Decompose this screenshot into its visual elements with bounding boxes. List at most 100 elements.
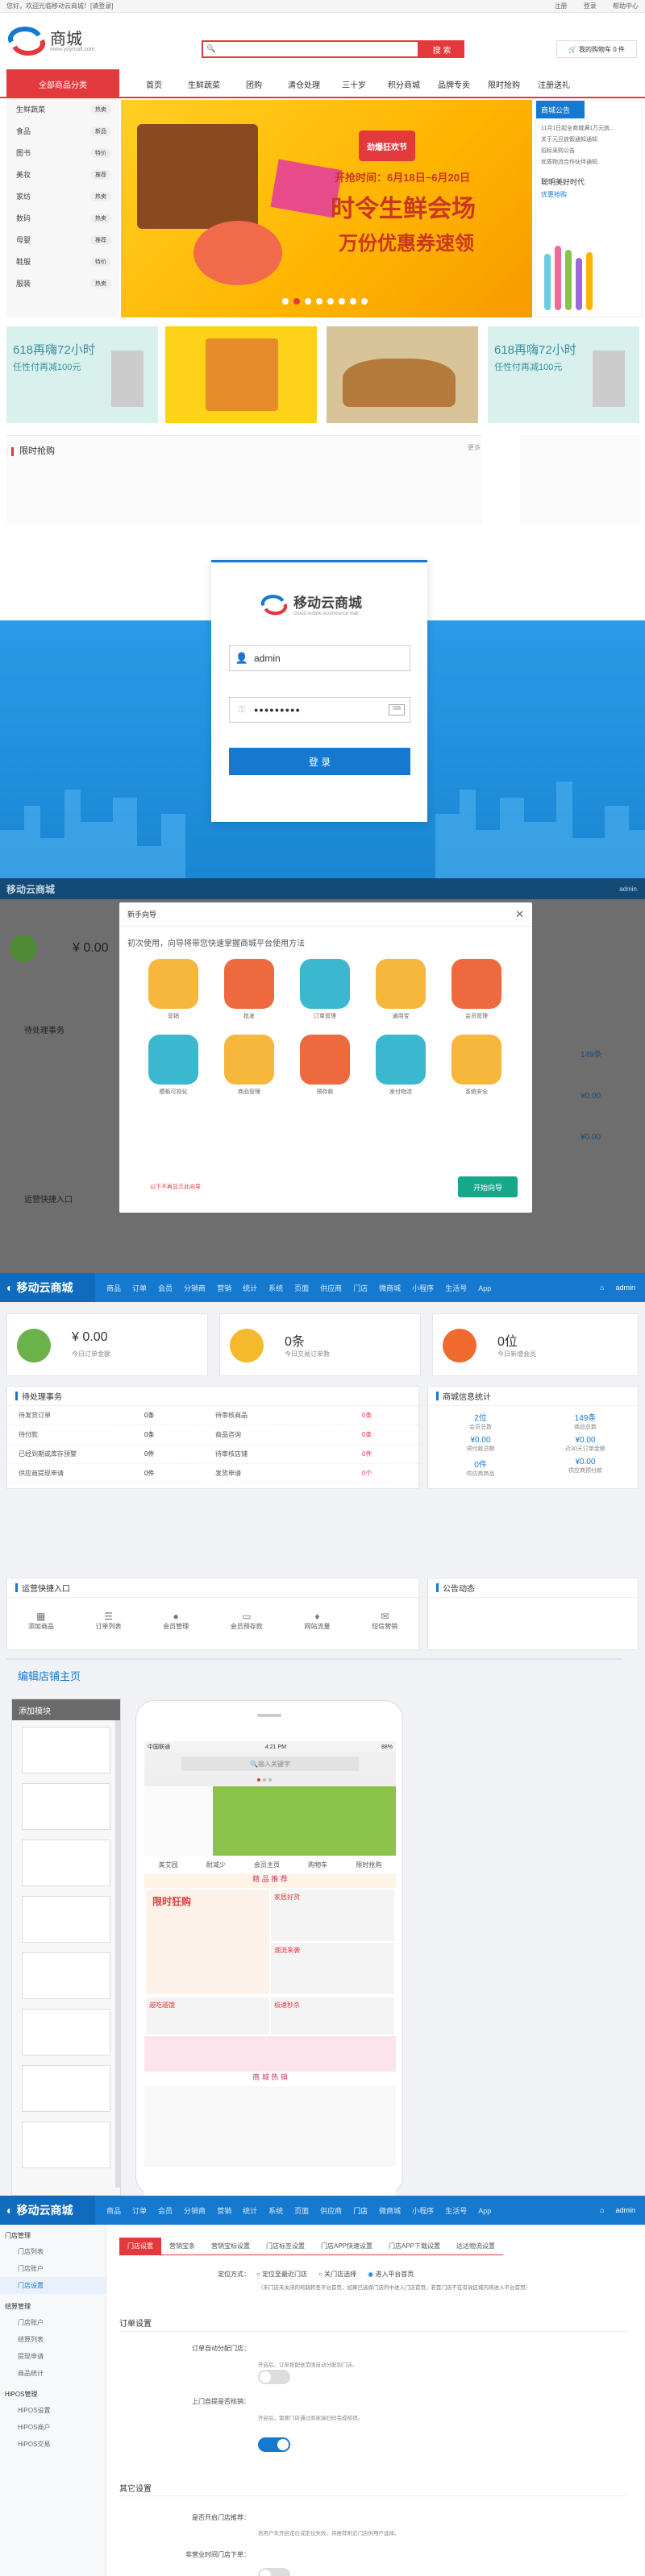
guide-item-members[interactable]: 会员管理 — [439, 959, 514, 1020]
nav-item-thirty[interactable]: 三十岁 — [329, 78, 379, 90]
home-icon[interactable]: ⌂ — [600, 2206, 604, 2214]
menu-item[interactable]: 系统 — [268, 2207, 283, 2215]
menu-item[interactable]: 系统 — [268, 1284, 283, 1292]
module-scrollbar[interactable] — [115, 1720, 120, 2188]
promo-tile-1[interactable]: 618再嗨72小时 任性付再减100元 — [6, 326, 158, 423]
category-item[interactable]: 数码 热卖 — [6, 207, 119, 229]
menu-item[interactable]: 统计 — [243, 2207, 257, 2215]
category-item[interactable]: 家纺 热卖 — [6, 185, 119, 207]
skip-guide-link[interactable]: 以下不再显示此向导 — [150, 1183, 201, 1191]
admin-logo[interactable]: ◐ 移动云商城 — [0, 1273, 95, 1302]
sidebar-item[interactable]: HiPOS商户 — [0, 2419, 106, 2436]
admin-user[interactable]: admin — [615, 1284, 635, 1292]
login-button[interactable]: 登 录 — [229, 748, 410, 775]
keyboard-icon[interactable]: ⌨ — [389, 704, 405, 716]
phone-product[interactable]: 潮流来袭 — [271, 1943, 394, 1994]
tab[interactable]: 营销宝标设置 — [203, 2238, 258, 2255]
menu-item[interactable]: 会员 — [158, 2207, 173, 2215]
radio-select[interactable]: ○ 关门店选择 — [318, 2270, 356, 2279]
carousel-dot[interactable] — [293, 298, 300, 305]
menu-item[interactable]: 页面 — [294, 2207, 309, 2215]
category-item[interactable]: 食品 新品 — [6, 120, 119, 142]
menu-item[interactable]: 营销 — [217, 2207, 231, 2215]
menu-item[interactable]: 分销商 — [184, 1284, 206, 1292]
menu-item[interactable]: 生活号 — [445, 2207, 467, 2215]
guide-item-taobao[interactable]: 通用宝 — [363, 959, 439, 1020]
right-promo-sub[interactable]: 优惠抢购 — [536, 190, 641, 199]
mall-search-button[interactable]: 搜 索 — [419, 40, 464, 58]
hero-banner[interactable]: 劲爆狂欢节 开抢时间：6月18日~6月20日 时令生鲜会场 万份优惠券速领 — [121, 100, 532, 317]
guide-item-products[interactable]: 商品管理 — [211, 1035, 287, 1096]
menu-item[interactable]: 订单 — [132, 1284, 147, 1292]
nav-item-home[interactable]: 首页 — [129, 78, 179, 90]
tab-store-settings[interactable]: 门店设置 — [119, 2238, 161, 2255]
phone-product[interactable]: 极速秒杀 — [271, 1997, 394, 2035]
sidebar-item[interactable]: HiPOS交易 — [0, 2436, 106, 2453]
menu-item[interactable]: 会员 — [158, 1284, 173, 1292]
module-template[interactable] — [22, 1952, 110, 1999]
quick-members[interactable]: ● 会员管理 — [163, 1611, 189, 1631]
menu-item-active[interactable]: 门店 — [353, 2207, 368, 2215]
category-item[interactable]: 母婴 推荐 — [6, 229, 119, 251]
settings-logo[interactable]: ◐ 移动云商城 — [0, 2196, 95, 2225]
menu-item[interactable]: 微商城 — [379, 2207, 401, 2215]
recommend-toggle[interactable] — [258, 2568, 290, 2576]
radio-nearest[interactable]: ○ 定位至最近门店 — [256, 2270, 307, 2279]
notice-item[interactable]: 关于元旦放假通知通知 — [541, 135, 636, 146]
guide-item-template[interactable]: 模板可视化 — [135, 1035, 211, 1096]
guide-item-wholesale[interactable]: 批发 — [211, 959, 287, 1020]
login-link[interactable]: 登录 — [584, 2, 597, 10]
nav-item-brands[interactable]: 品牌专卖 — [429, 78, 479, 90]
nav-item-group[interactable]: 团购 — [229, 78, 279, 90]
nav-item-points[interactable]: 积分商城 — [379, 78, 429, 90]
flash-more-link[interactable]: 更多 — [468, 443, 481, 452]
home-icon[interactable]: ⌂ — [600, 1284, 604, 1292]
quick-traffic[interactable]: ♦ 网站流量 — [304, 1611, 330, 1631]
quick-sms[interactable]: ✉ 短信营销 — [372, 1611, 397, 1631]
menu-item[interactable]: 小程序 — [412, 1284, 434, 1292]
category-item[interactable]: 生鲜蔬菜 热卖 — [6, 98, 119, 120]
quick-order-list[interactable]: ☰ 订单列表 — [95, 1611, 121, 1631]
phone-carousel[interactable] — [144, 1775, 396, 1856]
all-categories-button[interactable]: 全部商品分类 — [6, 69, 119, 98]
carousel-dot[interactable] — [361, 298, 368, 305]
guide-item-deposit[interactable]: 预存款 — [287, 1035, 363, 1096]
tab[interactable]: 达达物流设置 — [448, 2238, 503, 2255]
close-icon[interactable]: ✕ — [515, 908, 524, 921]
menu-item[interactable]: App — [478, 2207, 491, 2215]
tab[interactable]: 门店标签设置 — [258, 2238, 313, 2255]
sidebar-item-active[interactable]: 门店设置 — [0, 2277, 106, 2294]
menu-item[interactable]: 微商城 — [379, 1284, 401, 1292]
menu-item[interactable]: 小程序 — [412, 2207, 434, 2215]
guide-item-orders[interactable]: 订单管理 — [287, 959, 363, 1020]
menu-item[interactable]: 商品 — [106, 1284, 121, 1292]
notice-item[interactable]: 优质物流合作伙伴通知 — [541, 157, 636, 168]
phone-product[interactable]: 限时狂购 — [146, 1889, 269, 1994]
module-template[interactable] — [22, 1727, 110, 1773]
menu-item[interactable]: 页面 — [294, 1284, 309, 1292]
guide-item-logistics[interactable]: 发付物流 — [363, 1035, 439, 1096]
carousel-dot[interactable] — [316, 298, 322, 305]
sidebar-item[interactable]: 结算列表 — [0, 2331, 106, 2348]
notice-item[interactable]: 招标采购公告 — [541, 146, 636, 157]
menu-item[interactable]: 商品 — [106, 2207, 121, 2215]
sidebar-item[interactable]: 商品统计 — [0, 2365, 106, 2382]
module-template[interactable] — [22, 2065, 110, 2112]
start-guide-button[interactable]: 开始向导 — [458, 1176, 518, 1197]
phone-promo-strip[interactable] — [144, 2036, 396, 2072]
tab[interactable]: 门店APP快速设置 — [313, 2238, 381, 2255]
mall-search-input[interactable]: 🔍 — [202, 40, 419, 58]
category-item[interactable]: 鞋服 特价 — [6, 251, 119, 272]
carousel-dot[interactable] — [327, 298, 334, 305]
promo-tile-2[interactable] — [165, 326, 317, 423]
promo-tile-3[interactable] — [327, 326, 478, 423]
guide-item-security[interactable]: 系统安全 — [439, 1035, 514, 1096]
menu-item[interactable]: 门店 — [353, 1284, 368, 1292]
module-template[interactable] — [22, 2009, 110, 2055]
username-field[interactable]: 👤 admin — [229, 645, 410, 671]
menu-item[interactable]: 订单 — [132, 2207, 147, 2215]
tab[interactable]: 营销宝条 — [161, 2238, 203, 2255]
nav-item-fresh[interactable]: 生鲜蔬菜 — [179, 78, 229, 90]
quick-add-product[interactable]: ▦ 添加商品 — [28, 1611, 54, 1631]
settings-user[interactable]: admin — [615, 2206, 635, 2214]
